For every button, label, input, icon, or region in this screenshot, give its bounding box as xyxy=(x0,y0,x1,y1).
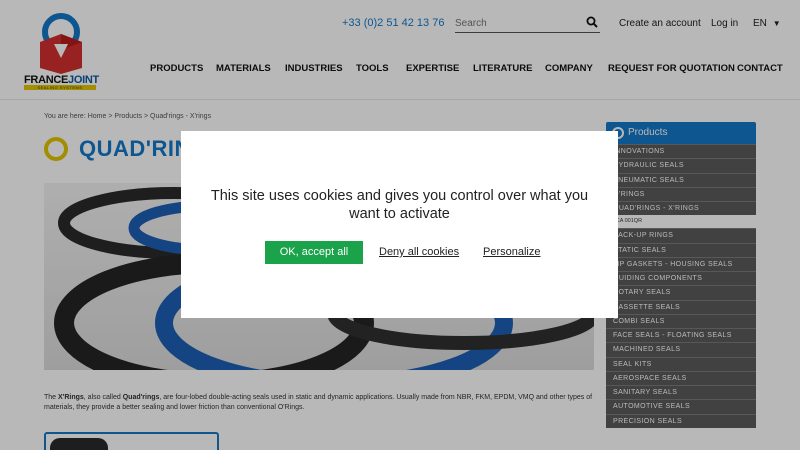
accept-all-button[interactable]: OK, accept all xyxy=(265,241,363,264)
cookie-overlay: This site uses cookies and gives you con… xyxy=(0,0,800,450)
cookie-message: This site uses cookies and gives you con… xyxy=(210,188,589,222)
personalize-button[interactable]: Personalize xyxy=(483,246,540,258)
deny-cookies-button[interactable]: Deny all cookies xyxy=(379,246,459,258)
cookie-dialog: This site uses cookies and gives you con… xyxy=(181,131,618,318)
